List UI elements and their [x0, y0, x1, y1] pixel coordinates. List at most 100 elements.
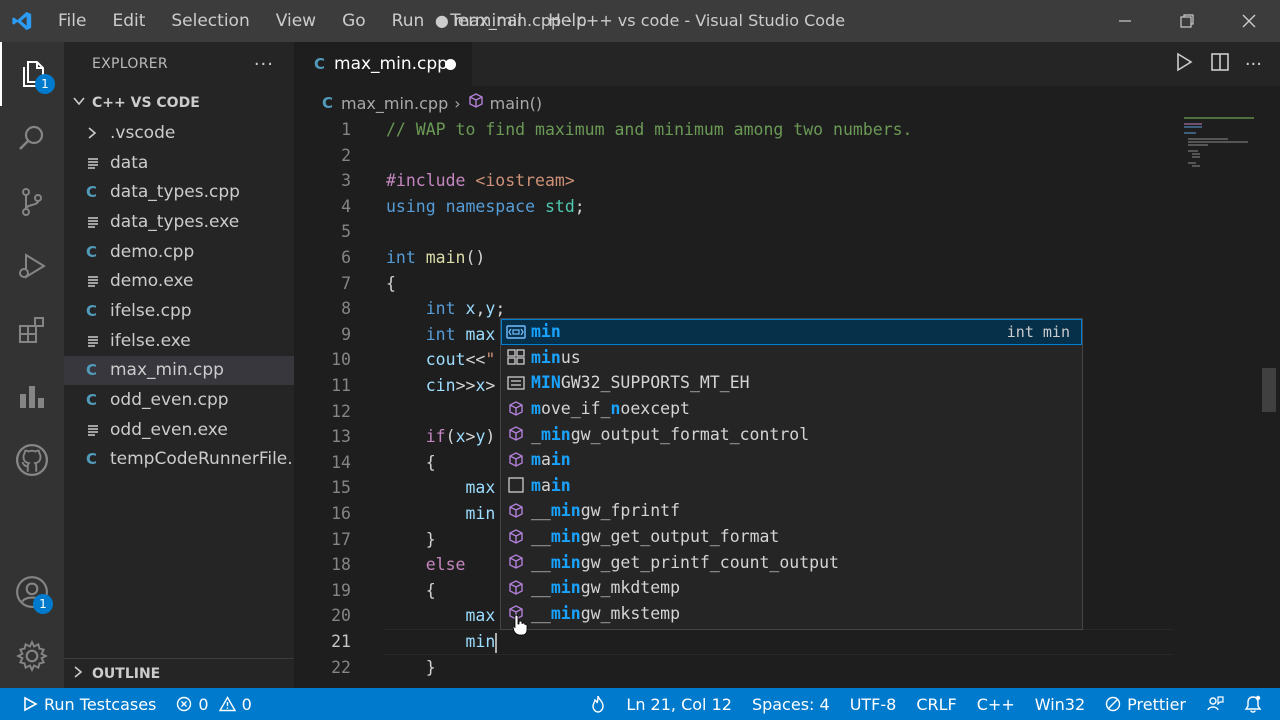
suggestion-item[interactable]: __mingw_get_output_format [501, 524, 1082, 550]
menu-run[interactable]: Run [379, 0, 438, 42]
run-button[interactable] [1173, 51, 1195, 77]
line-number: 9 [341, 324, 351, 344]
suggestion-label: __mingw_mkstemp [531, 603, 681, 623]
more-actions-button[interactable]: ··· [254, 54, 274, 75]
suggestion-item[interactable]: main [501, 447, 1082, 473]
line-ending[interactable]: CRLF [906, 688, 966, 720]
suggestion-item[interactable]: main [501, 473, 1082, 499]
notifications-button[interactable] [1234, 688, 1272, 720]
tab-max-min-cpp[interactable]: C max_min.cpp [294, 42, 472, 86]
code-token: int [425, 299, 466, 319]
file-item[interactable]: odd_even.exe [64, 415, 294, 445]
close-icon [1242, 14, 1256, 28]
menu-view[interactable]: View [263, 0, 329, 42]
bar-chart-icon [20, 386, 44, 408]
workspace-folder[interactable]: C++ VS CODE [64, 88, 294, 118]
menu-terminal[interactable]: Terminal [437, 0, 535, 42]
file-item[interactable]: ifelse.exe [64, 326, 294, 356]
file-item[interactable]: Cmax_min.cpp [64, 355, 294, 386]
editor-more-button[interactable]: ··· [1245, 54, 1262, 75]
suggestion-item[interactable]: __mingw_mkdtemp [501, 575, 1082, 601]
file-item[interactable]: Cdemo.cpp [64, 237, 294, 267]
flame-button[interactable] [580, 688, 616, 720]
feedback-icon [1207, 696, 1224, 711]
vscode-logo-icon [0, 0, 44, 42]
code-line[interactable]: 6 int main() [294, 245, 1174, 271]
suggestion-item[interactable]: __mingw_mkstemp [501, 601, 1082, 627]
suggestion-item[interactable]: move_if_noexcept [501, 396, 1082, 422]
suggestion-item[interactable]: min int min [501, 319, 1082, 345]
file-item[interactable]: data [64, 148, 294, 178]
line-number: 3 [341, 171, 351, 191]
vertical-scrollbar[interactable] [1262, 368, 1276, 412]
method-icon [467, 92, 485, 114]
activity-extensions[interactable] [0, 298, 64, 362]
file-item[interactable]: .vscode [64, 118, 294, 148]
suggestion-label: main [531, 475, 571, 495]
code-line[interactable]: 22 } [294, 655, 1174, 681]
cpp-file-icon: C [86, 242, 98, 261]
suggestion-label: __mingw_mkdtemp [531, 578, 681, 598]
code-line[interactable]: 5 [294, 219, 1174, 245]
platform[interactable]: Win32 [1025, 688, 1095, 720]
minimize-button[interactable] [1094, 0, 1156, 42]
activity-settings[interactable] [0, 624, 64, 688]
activity-search[interactable] [0, 106, 64, 170]
code-line[interactable]: 2 [294, 143, 1174, 169]
menu-edit[interactable]: Edit [99, 0, 158, 42]
menu-help[interactable]: Help [535, 0, 600, 42]
outline-section[interactable]: OUTLINE [64, 658, 294, 688]
warning-count: 0 [241, 694, 252, 714]
menu-go[interactable]: Go [329, 0, 379, 42]
file-item[interactable]: Cdata_types.cpp [64, 177, 294, 207]
method-icon [501, 550, 531, 575]
suggestion-item[interactable]: __mingw_fprintf [501, 498, 1082, 524]
code-token: main [425, 248, 466, 267]
activity-source-control[interactable] [0, 170, 64, 234]
suggestion-item[interactable]: _mingw_output_format_control [501, 421, 1082, 447]
minimap[interactable] [1184, 117, 1274, 177]
file-item[interactable]: Codd_even.cpp [64, 385, 294, 415]
activity-testing[interactable] [0, 364, 64, 428]
file-item[interactable]: demo.exe [64, 266, 294, 296]
unsaved-dot-icon[interactable] [445, 59, 456, 70]
code-line[interactable]: 7{ [294, 271, 1174, 297]
feedback-button[interactable] [1196, 688, 1234, 720]
restore-button[interactable] [1156, 0, 1218, 42]
code-line[interactable]: 3 #include <iostream> [294, 168, 1174, 194]
activity-explorer[interactable]: 1 [0, 42, 64, 106]
suggestion-label: minus [531, 347, 581, 367]
prettier-button[interactable]: Prettier [1095, 688, 1196, 720]
explorer-badge: 1 [35, 74, 55, 94]
editor-actions: ··· [1173, 42, 1262, 86]
suggestion-item[interactable]: __mingw_get_printf_count_output [501, 549, 1082, 575]
breadcrumb-file[interactable]: max_min.cpp [341, 94, 448, 113]
activity-run-debug[interactable] [0, 234, 64, 298]
menu-selection[interactable]: Selection [158, 0, 262, 42]
suggestion-item[interactable]: minus [501, 345, 1082, 371]
language-mode[interactable]: C++ [967, 688, 1025, 720]
file-item[interactable]: Cifelse.cpp [64, 296, 294, 326]
cursor-position[interactable]: Ln 21, Col 12 [616, 688, 742, 720]
code-text: min [386, 501, 495, 527]
problems-indicator[interactable]: 0 0 [166, 688, 261, 720]
indentation[interactable]: Spaces: 4 [742, 688, 840, 720]
suggestion-item[interactable]: MINGW32_SUPPORTS_MT_EH [501, 370, 1082, 396]
code-line[interactable]: 1 // WAP to find maximum and minimum amon… [294, 117, 1174, 143]
breadcrumb-symbol[interactable]: main() [490, 94, 542, 113]
activity-accounts[interactable]: 1 [0, 560, 64, 624]
encoding[interactable]: UTF-8 [840, 688, 907, 720]
code-token: max [465, 478, 496, 498]
suggestion-label: MINGW32_SUPPORTS_MT_EH [531, 373, 750, 393]
close-button[interactable] [1218, 0, 1280, 42]
code-line[interactable]: 4 using namespace std; [294, 194, 1174, 220]
code-line[interactable]: 21 min [294, 629, 1174, 655]
run-testcases-button[interactable]: Run Testcases [12, 688, 166, 720]
file-item[interactable]: data_types.exe [64, 207, 294, 237]
method-icon [501, 575, 531, 600]
split-editor-button[interactable] [1209, 51, 1231, 77]
file-item[interactable]: CtempCodeRunnerFile.... [64, 445, 294, 475]
menu-file[interactable]: File [44, 0, 99, 42]
code-text: // WAP to find maximum and minimum among… [386, 117, 913, 143]
activity-github[interactable] [0, 428, 64, 492]
